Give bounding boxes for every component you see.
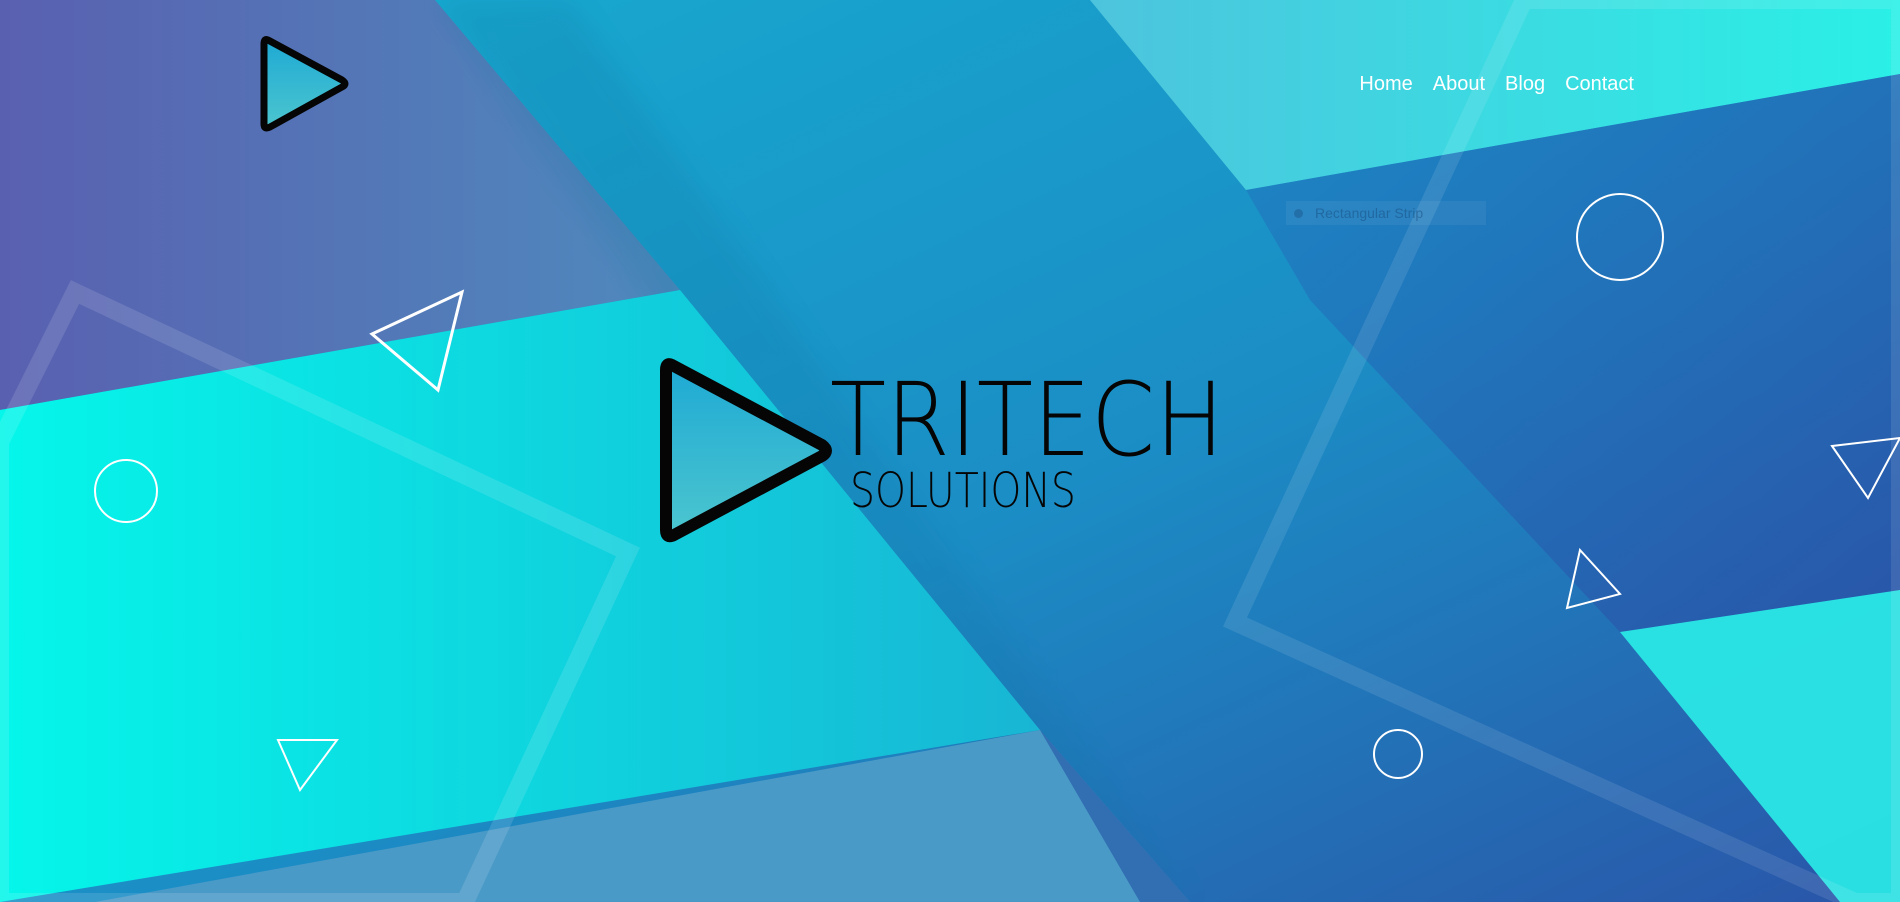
play-triangle-logo-icon [660,358,832,543]
brand-logo: TRITECH SOLUTIONS [660,355,1240,545]
hero-section: Home About Blog Contact Rectangular Stri… [0,0,1900,902]
brand-name-secondary: SOLUTIONS [850,463,1076,519]
nav-blog[interactable]: Blog [1505,70,1545,98]
nav-about[interactable]: About [1433,70,1485,98]
layer-dot-icon [1294,208,1303,218]
main-navigation: Home About Blog Contact [1359,70,1634,98]
nav-home[interactable]: Home [1359,70,1412,98]
faint-layer-label: Rectangular Strip [1286,201,1486,225]
faint-layer-text: Rectangular Strip [1315,205,1424,221]
nav-contact[interactable]: Contact [1565,70,1634,98]
small-play-logo-icon[interactable] [260,32,350,136]
brand-wordmark: TRITECH SOLUTIONS [830,361,1268,519]
brand-name-primary: TRITECH [830,361,1225,480]
